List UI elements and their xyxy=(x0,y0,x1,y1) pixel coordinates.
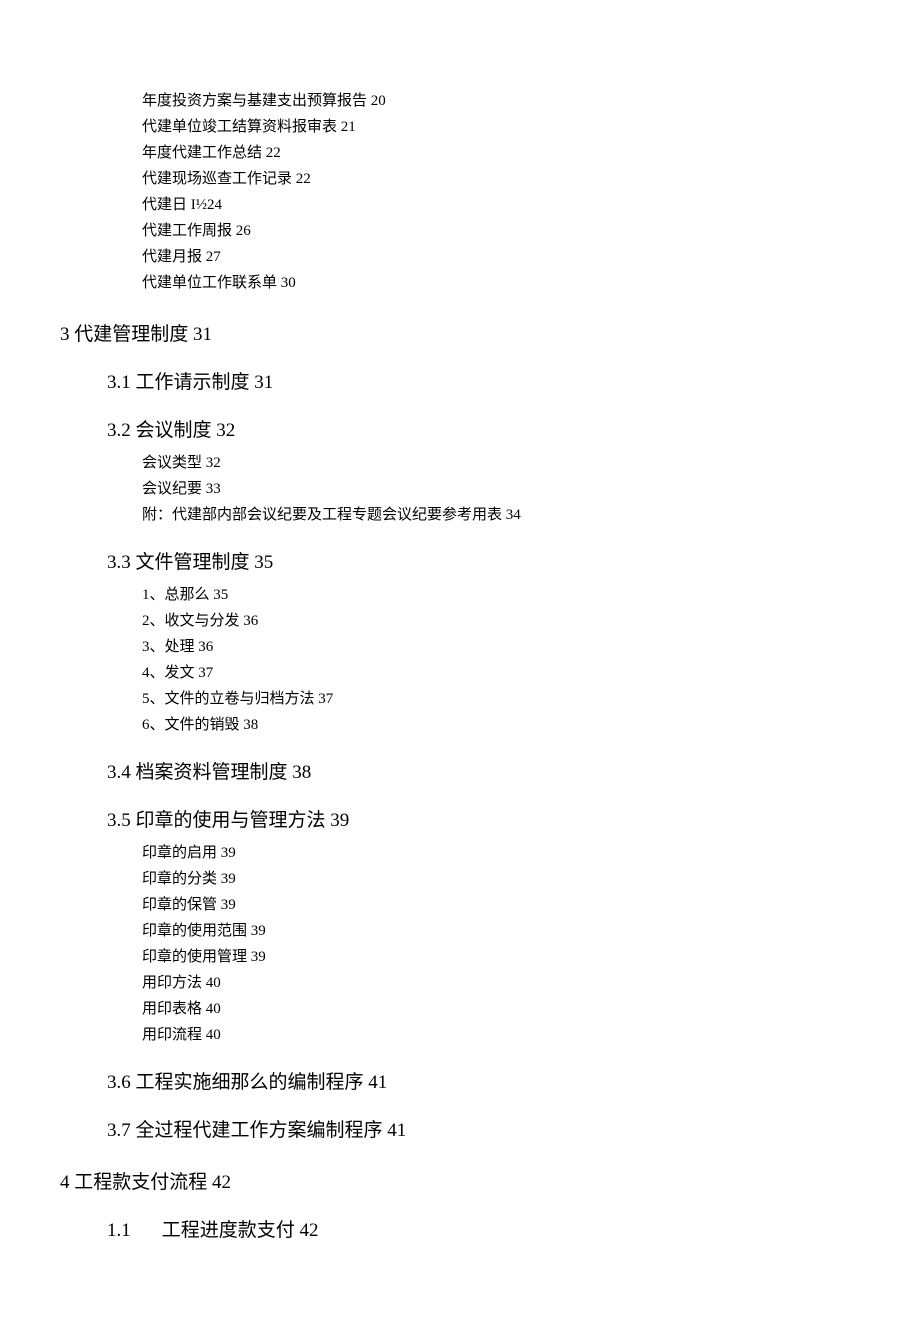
toc-item: 会议类型 32 xyxy=(142,450,860,476)
toc-item: 用印表格 40 xyxy=(142,996,860,1022)
toc-item: 代建现场巡查工作记录 22 xyxy=(142,166,860,192)
toc-section-3: 3 代建管理制度 31 xyxy=(60,322,860,348)
toc-text: 工程进度款支付 42 xyxy=(162,1220,319,1241)
toc-item: 印章的使用管理 39 xyxy=(142,944,860,970)
document-page: 年度投资方案与基建支出预算报告 20 代建单位竣工结算资料报审表 21 年度代建… xyxy=(0,0,920,1318)
toc-number: 1.1 xyxy=(107,1218,157,1244)
toc-item: 4、发文 37 xyxy=(142,660,860,686)
toc-item: 会议纪要 33 xyxy=(142,476,860,502)
toc-section-3-2: 3.2 会议制度 32 xyxy=(107,418,860,444)
toc-item: 代建单位竣工结算资料报审表 21 xyxy=(142,114,860,140)
toc-item: 5、文件的立卷与归档方法 37 xyxy=(142,686,860,712)
toc-item: 6、文件的销毁 38 xyxy=(142,712,860,738)
toc-item: 代建月报 27 xyxy=(142,244,860,270)
toc-item: 1、总那么 35 xyxy=(142,582,860,608)
toc-section-3-6: 3.6 工程实施细那么的编制程序 41 xyxy=(107,1070,860,1096)
toc-section-4-1: 1.1 工程进度款支付 42 xyxy=(107,1218,860,1244)
toc-item: 年度代建工作总结 22 xyxy=(142,140,860,166)
toc-item: 用印方法 40 xyxy=(142,970,860,996)
toc-section-3-1: 3.1 工作请示制度 31 xyxy=(107,370,860,396)
toc-item: 2、收文与分发 36 xyxy=(142,608,860,634)
toc-section-3-3: 3.3 文件管理制度 35 xyxy=(107,550,860,576)
toc-item: 代建工作周报 26 xyxy=(142,218,860,244)
toc-item: 用印流程 40 xyxy=(142,1022,860,1048)
toc-item: 代建日 I½24 xyxy=(142,192,860,218)
toc-section-3-7: 3.7 全过程代建工作方案编制程序 41 xyxy=(107,1118,860,1144)
toc-item: 印章的使用范围 39 xyxy=(142,918,860,944)
toc-item: 3、处理 36 xyxy=(142,634,860,660)
toc-section-3-5: 3.5 印章的使用与管理方法 39 xyxy=(107,808,860,834)
toc-item: 附：代建部内部会议纪要及工程专题会议纪要参考用表 34 xyxy=(142,502,860,528)
toc-item: 印章的启用 39 xyxy=(142,840,860,866)
toc-item: 印章的保管 39 xyxy=(142,892,860,918)
toc-item: 印章的分类 39 xyxy=(142,866,860,892)
toc-section-3-4: 3.4 档案资料管理制度 38 xyxy=(107,760,860,786)
toc-item: 年度投资方案与基建支出预算报告 20 xyxy=(142,88,860,114)
toc-section-4: 4 工程款支付流程 42 xyxy=(60,1170,860,1196)
toc-item: 代建单位工作联系单 30 xyxy=(142,270,860,296)
